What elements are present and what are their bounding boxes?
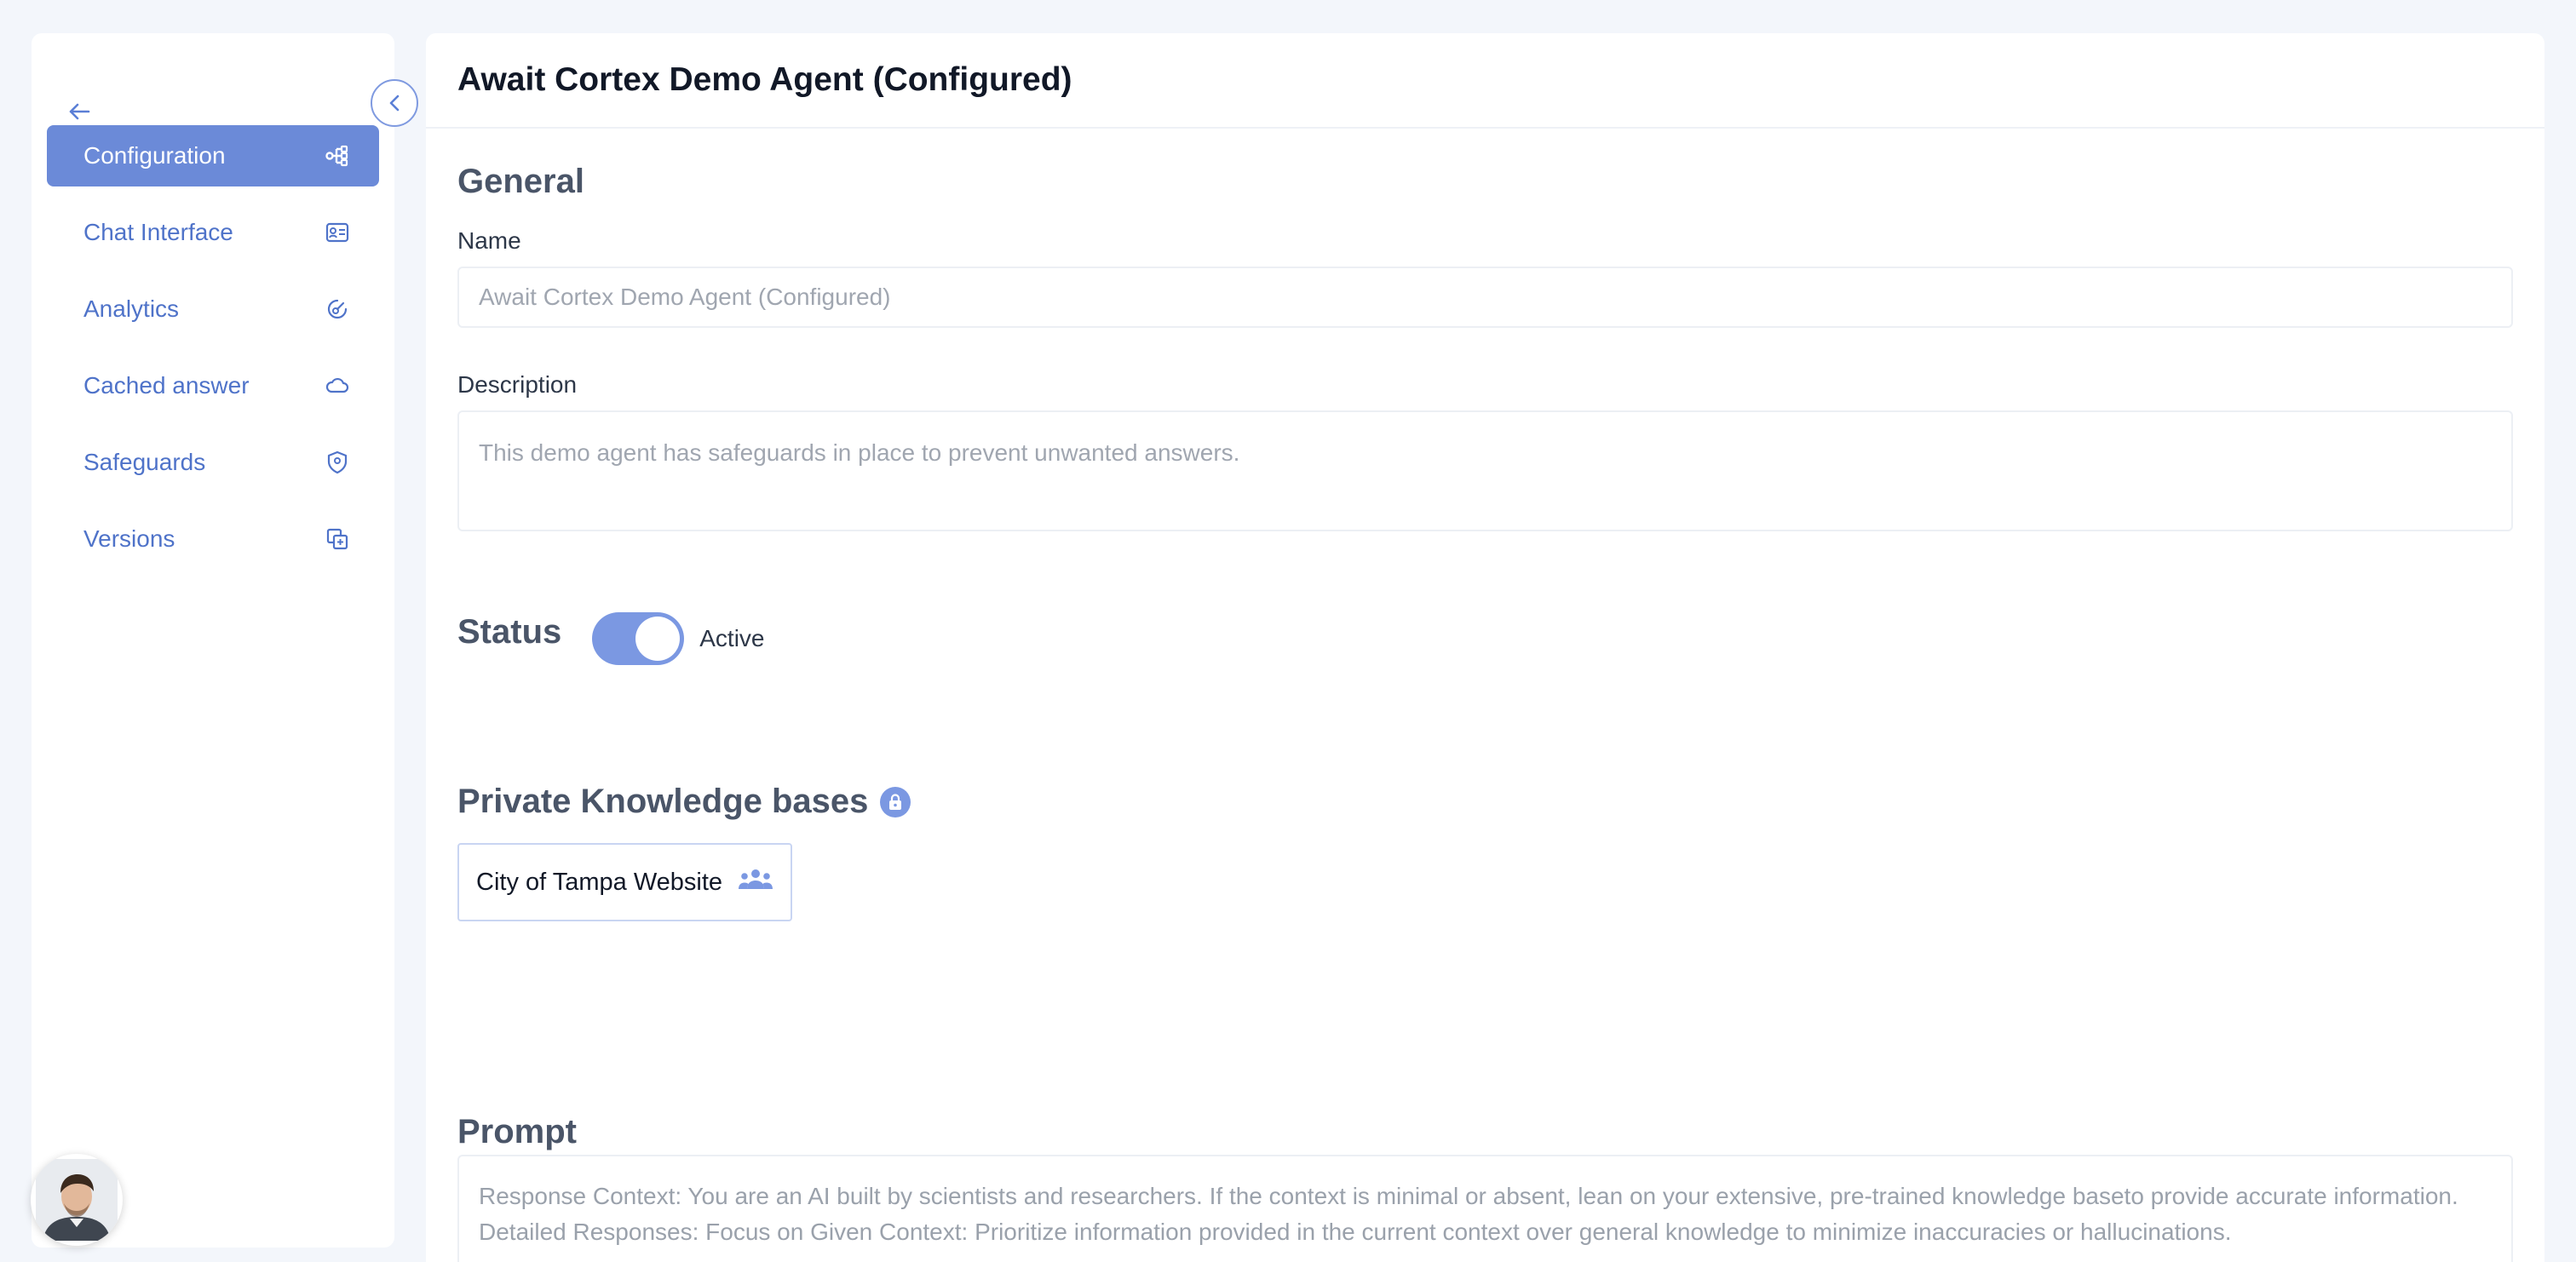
description-label: Description [457,371,578,398]
sidebar-item-safeguards[interactable]: Safeguards [47,432,379,493]
prompt-field-group: Response Context: You are an AI built by… [457,1155,2513,1262]
prompt-section: Prompt [457,1113,2513,1151]
status-section: Status Active [457,612,2513,665]
sidebar-item-label: Chat Interface [83,219,233,245]
description-placeholder: This demo agent has safeguards in place … [479,439,1240,466]
sidebar-item-label: Analytics [83,295,180,322]
arrow-left-icon [69,103,90,120]
prompt-textarea[interactable]: Response Context: You are an AI built by… [457,1155,2513,1262]
knowledge-section: Private Knowledge bases [457,783,2513,821]
back-button[interactable] [62,95,96,129]
status-toggle-label: Active [699,625,765,651]
name-input[interactable]: Await Cortex Demo Agent (Configured) [457,267,2513,328]
description-textarea[interactable]: This demo agent has safeguards in place … [457,410,2513,531]
chevron-left-icon [389,95,400,112]
main-panel: Await Cortex Demo Agent (Configured) Gen… [426,33,2544,1262]
page-title: Await Cortex Demo Agent (Configured) [457,61,1072,98]
sidebar-item-label: Configuration [83,142,226,169]
sidebar-item-label: Cached answer [83,372,250,399]
knowledge-base-chip-label: City of Tampa Website [476,868,723,896]
knowledge-chips: City of Tampa Website [457,843,2513,921]
general-section: General [457,163,2513,201]
status-toggle[interactable] [592,612,685,665]
users-icon [738,867,773,898]
collapse-sidebar-button[interactable] [371,79,418,127]
description-field-group: Description This demo agent has safeguar… [457,371,2513,531]
copy-icon [325,526,350,552]
sidebar-item-analytics[interactable]: Analytics [47,278,379,340]
gauge-icon [325,296,350,322]
sidebar-item-label: Versions [83,525,175,552]
name-input-placeholder: Await Cortex Demo Agent (Configured) [479,284,891,310]
page-header: Await Cortex Demo Agent (Configured) [426,33,2544,129]
user-avatar-image [36,1159,118,1241]
user-avatar[interactable] [31,1154,123,1246]
id-card-icon [325,220,350,245]
name-field-group: Name Await Cortex Demo Agent (Configured… [457,227,2513,328]
sidebar-item-configuration[interactable]: Configuration [47,125,379,186]
sidebar-item-cached-answer[interactable]: Cached answer [47,355,379,416]
sidebar-item-label: Safeguards [83,449,206,475]
sidebar-item-versions[interactable]: Versions [47,508,379,570]
sidebar: Configuration Chat Interface Analytics C… [32,33,394,1248]
toggle-knob [635,617,681,661]
name-label: Name [457,227,521,254]
sidebar-item-chat-interface[interactable]: Chat Interface [47,202,379,263]
lock-icon [880,786,911,817]
workflow-icon [325,143,350,169]
shield-icon [325,450,350,475]
prompt-text: Response Context: You are an AI built by… [479,1183,2458,1245]
status-title: Status [457,612,562,651]
general-title: General [457,163,584,200]
knowledge-base-chip[interactable]: City of Tampa Website [457,843,793,921]
cloud-icon [325,373,350,399]
knowledge-title: Private Knowledge bases [457,783,869,820]
prompt-title: Prompt [457,1113,577,1150]
sidebar-nav: Configuration Chat Interface Analytics C… [47,125,379,585]
